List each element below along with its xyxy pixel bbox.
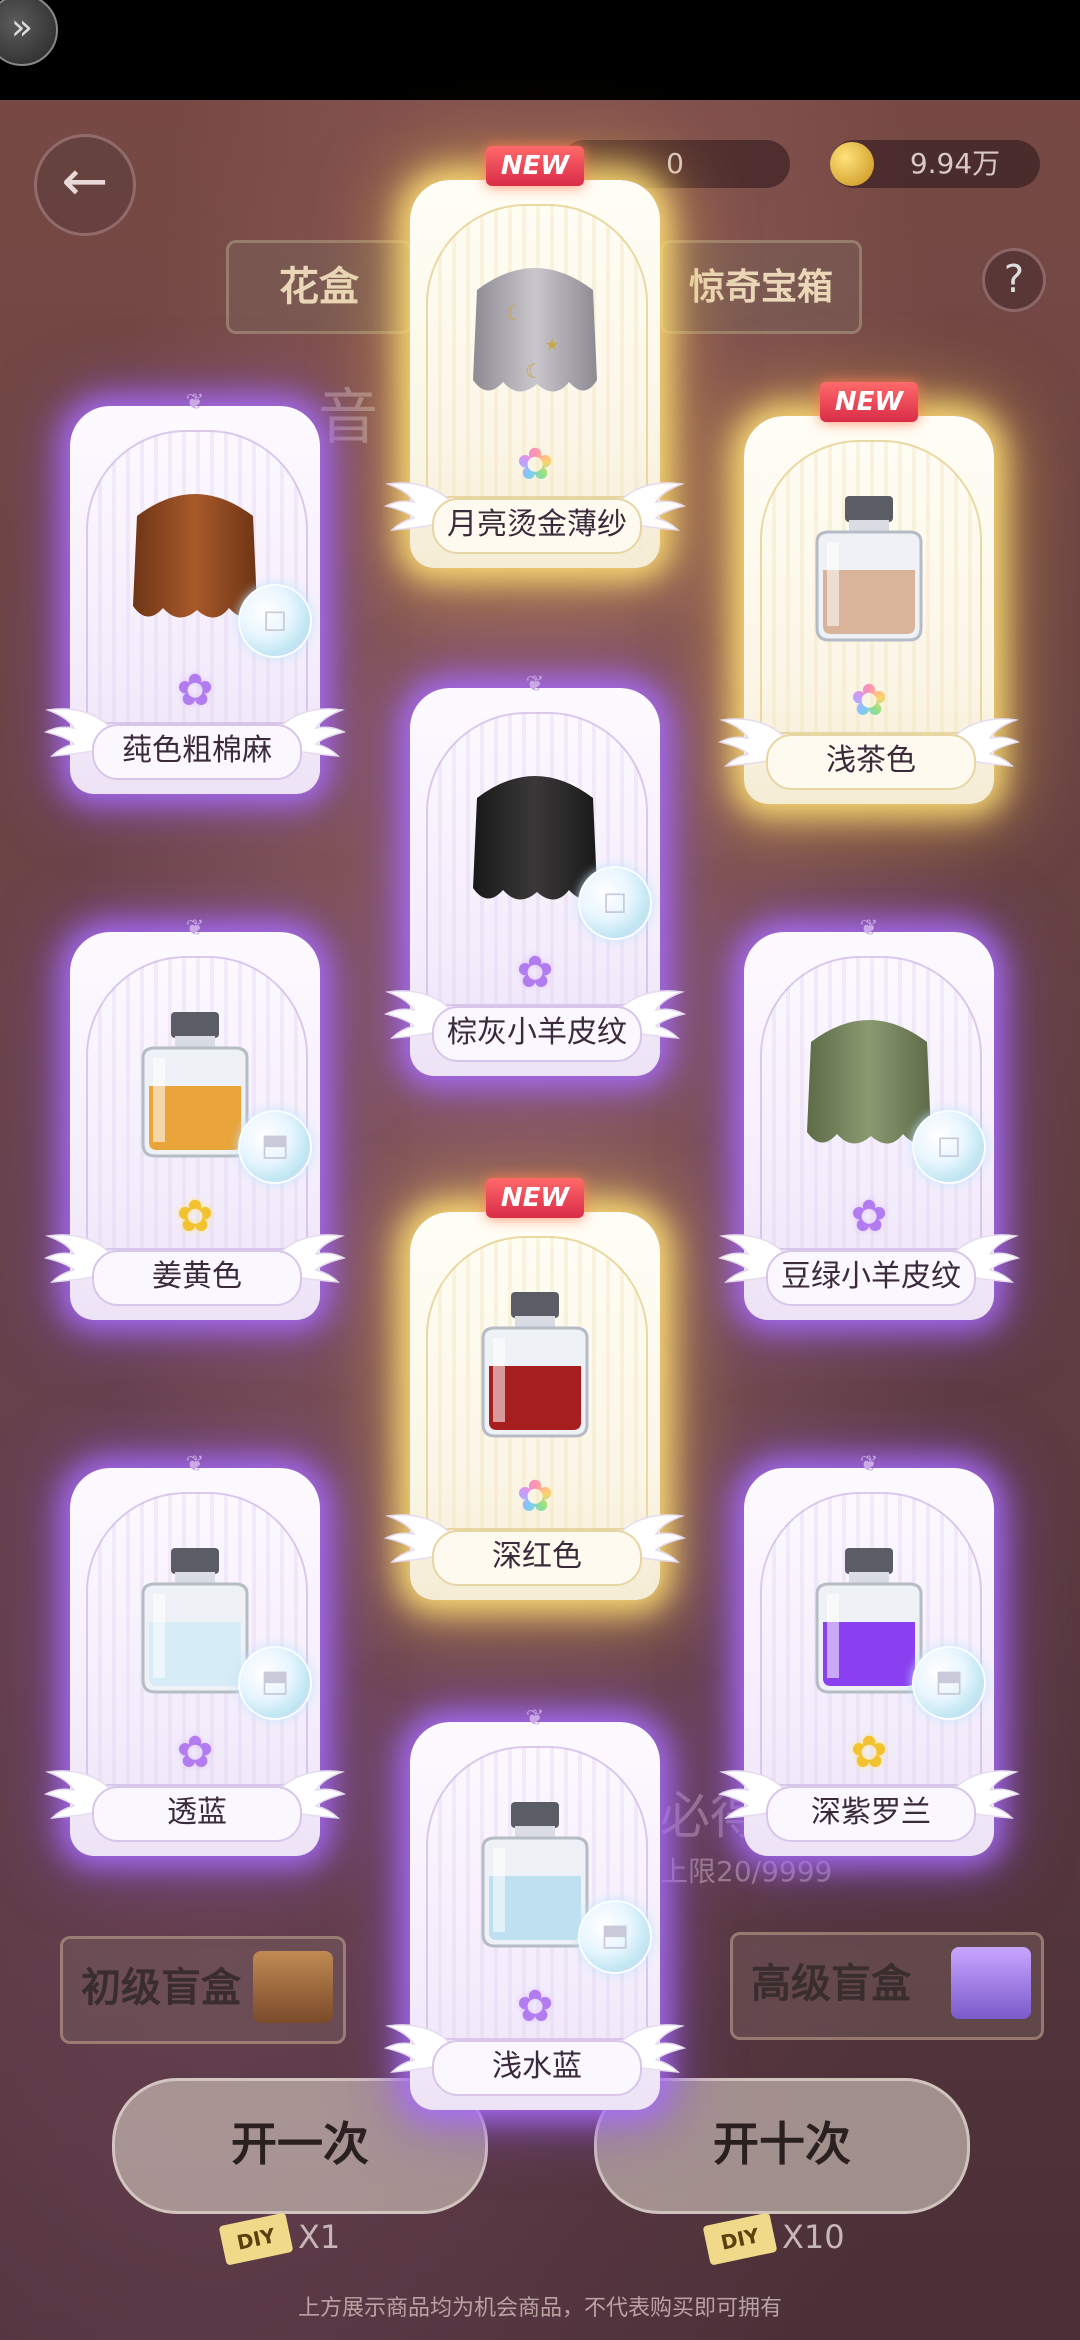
material-orb-icon: ⬒	[238, 1646, 312, 1720]
card-name: 月亮烫金薄纱	[432, 498, 642, 554]
gold-coin-icon	[830, 142, 874, 186]
material-orb-icon: ⬒	[578, 1900, 652, 1974]
new-badge: NEW	[486, 146, 584, 186]
card-name: 深紫罗兰	[766, 1786, 976, 1842]
bow-icon: ❦	[185, 1452, 205, 1477]
rarity-flower-icon: ✿	[176, 1191, 214, 1242]
reward-card[interactable]: ❦ ⬒ ✿ 浅水蓝	[383, 1708, 687, 2110]
tab-flower-box[interactable]: 花盒	[226, 240, 412, 334]
chest-icon	[253, 1951, 333, 2023]
card-name: 姜黄色	[92, 1250, 302, 1306]
background-heading: 音	[318, 383, 378, 453]
diy-ticket-icon: DIY	[702, 2212, 778, 2266]
rarity-flower-icon: ✿	[516, 947, 554, 998]
reward-card[interactable]: ❦ ◻ ✿ 棕灰小羊皮纹	[383, 674, 687, 1076]
back-arrow-icon[interactable]: ←	[34, 134, 136, 236]
card-name: 浅水蓝	[432, 2040, 642, 2096]
cost-once: DIY X1	[218, 2212, 341, 2266]
card-name: 棕灰小羊皮纹	[432, 1006, 642, 1062]
cost-ten: DIY X10	[702, 2212, 845, 2266]
rarity-flower-icon: ✿	[510, 440, 560, 490]
floating-assistant-icon[interactable]: »	[0, 0, 58, 66]
gem-count: 0	[666, 147, 684, 180]
material-orb-icon: ⬒	[912, 1646, 986, 1720]
dye-bottle-icon	[799, 486, 939, 646]
disclaimer-text: 上方展示商品均为机会商品，不代表购买即可拥有	[297, 2296, 782, 2321]
chest-icon	[951, 1947, 1031, 2019]
svg-text:☾: ☾	[525, 359, 543, 383]
card-name: 浅茶色	[766, 734, 976, 790]
card-name: 透蓝	[92, 1786, 302, 1842]
rarity-flower-icon: ✿	[850, 1191, 888, 1242]
bow-icon: ❦	[859, 1452, 879, 1477]
rarity-flower-icon: ✿	[510, 1472, 560, 1522]
card-name: 豆绿小羊皮纹	[766, 1250, 976, 1306]
bow-icon: ❦	[185, 916, 205, 941]
limit-text: 上限20/9999	[660, 1855, 833, 1888]
diy-ticket-icon: DIY	[218, 2212, 294, 2266]
rarity-flower-icon: ✿	[176, 665, 214, 716]
svg-text:★: ★	[545, 335, 559, 354]
reward-card[interactable]: ❦NEW ✿深红色	[383, 1178, 687, 1600]
bow-icon: ❦	[859, 916, 879, 941]
reward-card[interactable]: ❦ ◻ ✿ 豆绿小羊皮纹	[717, 918, 1021, 1320]
reward-card[interactable]: ❦ ⬒ ✿ 深紫罗兰	[717, 1454, 1021, 1856]
material-orb-icon: ◻	[578, 866, 652, 940]
status-bar: »	[0, 0, 1080, 100]
material-orb-icon: ⬒	[238, 1110, 312, 1184]
basic-box-label: 初级盲盒	[81, 1964, 241, 2011]
bow-icon: ❦	[185, 390, 205, 415]
bow-icon: ❦	[525, 1706, 545, 1731]
bow-icon: ❦	[525, 672, 545, 697]
card-name: 深红色	[432, 1530, 642, 1586]
rarity-flower-icon: ✿	[844, 676, 894, 726]
basic-box-button[interactable]: 初级盲盒	[60, 1936, 346, 2044]
tab-surprise-chest[interactable]: 惊奇宝箱	[660, 240, 862, 334]
cost-once-value: X1	[298, 2218, 341, 2256]
new-badge: NEW	[820, 382, 918, 422]
help-icon[interactable]: ?	[982, 248, 1046, 312]
svg-text:☾: ☾	[505, 301, 523, 325]
fabric-icon: ☾ ★ ☾	[465, 250, 605, 410]
dye-bottle-icon	[465, 1282, 605, 1442]
reward-card[interactable]: ❦ ⬒ ✿ 透蓝	[43, 1454, 347, 1856]
new-badge: NEW	[486, 1178, 584, 1218]
cost-ten-value: X10	[782, 2218, 845, 2256]
coin-count: 9.94万	[909, 147, 1001, 180]
reward-card[interactable]: ❦NEW ✿浅茶色	[717, 382, 1021, 804]
rarity-flower-icon: ✿	[516, 1981, 554, 2032]
advanced-box-button[interactable]: 高级盲盒	[730, 1932, 1044, 2040]
reward-card[interactable]: ❦ ◻ ✿ 莼色粗棉麻	[43, 392, 347, 794]
rarity-flower-icon: ✿	[176, 1727, 214, 1778]
card-name: 莼色粗棉麻	[92, 724, 302, 780]
rarity-flower-icon: ✿	[850, 1727, 888, 1778]
reward-card[interactable]: ❦ ⬒ ✿ 姜黄色	[43, 918, 347, 1320]
advanced-box-label: 高级盲盒	[751, 1960, 911, 2007]
material-orb-icon: ◻	[912, 1110, 986, 1184]
material-orb-icon: ◻	[238, 584, 312, 658]
reward-card[interactable]: ❦NEW ☾★☾ ✿月亮烫金薄纱	[383, 146, 687, 568]
